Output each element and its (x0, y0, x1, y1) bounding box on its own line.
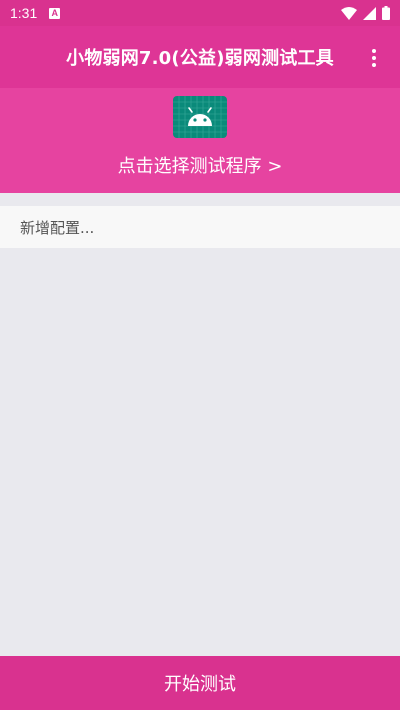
new-config-label: 新增配置... (20, 218, 95, 237)
status-icons (341, 6, 390, 20)
app-title: 小物弱网7.0(公益)弱网测试工具 (66, 48, 334, 69)
battery-icon (382, 6, 390, 20)
more-vert-icon[interactable] (362, 46, 386, 70)
app-bar: 小物弱网7.0(公益)弱网测试工具 (0, 26, 400, 88)
select-test-app-button[interactable]: 点击选择测试程序 > (0, 88, 400, 193)
android-icon (173, 96, 227, 138)
new-config-item[interactable]: 新增配置... (0, 206, 400, 248)
start-test-label: 开始测试 (164, 674, 236, 695)
notification-icon: A (49, 7, 61, 19)
status-time: 1:31 (10, 5, 38, 21)
select-test-app-label: 点击选择测试程序 > (117, 156, 283, 177)
status-bar: 1:31 A (0, 0, 400, 26)
wifi-icon (341, 6, 357, 20)
start-test-button[interactable]: 开始测试 (0, 656, 400, 710)
signal-icon (363, 6, 376, 20)
